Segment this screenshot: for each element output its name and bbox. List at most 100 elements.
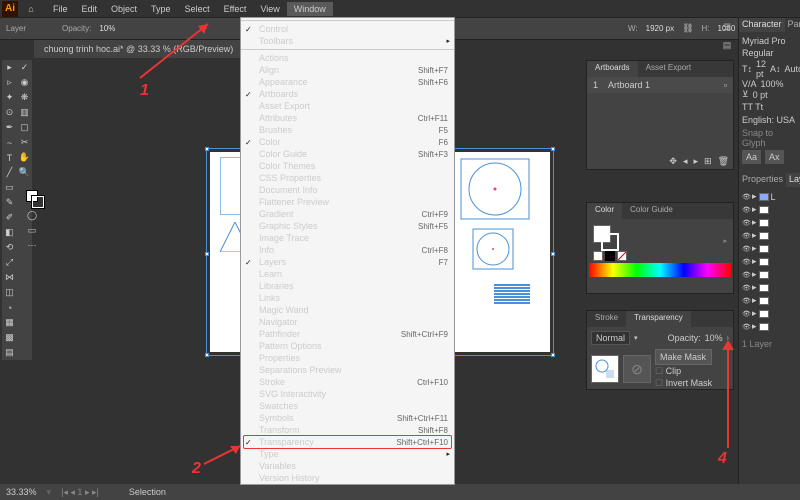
blend-tool[interactable]: ◉	[17, 75, 32, 90]
menu-window[interactable]: Window	[287, 2, 333, 16]
move-artwork-icon[interactable]: ✥	[669, 156, 677, 167]
artboard-options-icon[interactable]: ▫	[724, 80, 727, 90]
layer-row[interactable]: 👁▸L	[742, 190, 797, 203]
layer-row[interactable]: 👁▸	[742, 229, 797, 242]
link-icon[interactable]: ⛓	[682, 23, 693, 34]
layer-row[interactable]: 👁▸	[742, 216, 797, 229]
next-artboard-icon[interactable]: ▸	[693, 156, 698, 167]
asset-export-tab[interactable]: Asset Export	[638, 61, 699, 77]
menuitem-align[interactable]: AlignShift+F7	[241, 64, 454, 76]
menuitem-variables[interactable]: Variables	[241, 460, 454, 472]
opacity-value[interactable]: 10%	[99, 24, 115, 33]
menuitem-navigator[interactable]: Navigator	[241, 316, 454, 328]
menuitem-pathfinder[interactable]: PathfinderShift+Ctrl+F9	[241, 328, 454, 340]
selection-tool[interactable]: ▸	[2, 60, 17, 75]
font-size[interactable]: 12 pt	[756, 59, 766, 79]
font-family-select[interactable]: Myriad Pro	[742, 35, 797, 47]
layer-row[interactable]: 👁▸	[742, 281, 797, 294]
menuitem-image-trace[interactable]: Image Trace	[241, 232, 454, 244]
menuitem-attributes[interactable]: AttributesCtrl+F11	[241, 112, 454, 124]
menuitem-toolbars[interactable]: Toolbars	[241, 35, 454, 47]
eyedropper-tool[interactable]: ✓	[17, 60, 32, 75]
menuitem-css-properties[interactable]: CSS Properties	[241, 172, 454, 184]
menuitem-brushes[interactable]: BrushesF5	[241, 124, 454, 136]
edit-toolbar[interactable]: ⋯	[17, 238, 47, 253]
glyph-ax[interactable]: Ax	[765, 150, 784, 164]
mesh-tool[interactable]: ▩	[2, 330, 17, 345]
hand-tool[interactable]: ✋	[17, 150, 32, 165]
curvature-tool[interactable]: ~	[2, 135, 17, 150]
color-guide-tab[interactable]: Color Guide	[622, 203, 681, 219]
gradient-tool[interactable]: ▤	[2, 345, 17, 360]
menuitem-gradient[interactable]: GradientCtrl+F9	[241, 208, 454, 220]
fill-swatch[interactable]	[593, 225, 611, 243]
symbol-sprayer-tool[interactable]: ❋	[17, 90, 32, 105]
layer-row[interactable]: 👁▸	[742, 320, 797, 333]
clip-checkbox[interactable]: ☐ Clip	[655, 366, 712, 377]
fill-stroke-swatch[interactable]	[17, 184, 47, 208]
layer-row[interactable]: 👁▸	[742, 307, 797, 320]
blend-mode-select[interactable]: Normal	[591, 331, 630, 345]
artboard-tool[interactable]: ▢	[17, 120, 32, 135]
menuitem-pattern-options[interactable]: Pattern Options	[241, 340, 454, 352]
menuitem-swatches[interactable]: Swatches	[241, 400, 454, 412]
rotate-tool[interactable]: ⟲	[2, 240, 17, 255]
menuitem-document-info[interactable]: Document Info	[241, 184, 454, 196]
layer-row[interactable]: 👁▸	[742, 242, 797, 255]
menuitem-color-guide[interactable]: Color GuideShift+F3	[241, 148, 454, 160]
nav-icons[interactable]: |◂ ◂ 1 ▸ ▸|	[61, 487, 99, 498]
pen-tool[interactable]: ✒	[2, 120, 17, 135]
shaper-tool[interactable]: ✐	[2, 210, 17, 225]
layer-row[interactable]: 👁▸	[742, 294, 797, 307]
delete-artboard-icon[interactable]: 🗑	[718, 156, 729, 167]
magic-wand-tool[interactable]: ✦	[2, 90, 17, 105]
home-icon[interactable]: ⌂	[22, 1, 40, 17]
layer-row[interactable]: 👁▸	[742, 203, 797, 216]
menuitem-color-themes[interactable]: Color Themes	[241, 160, 454, 172]
paintbrush-tool[interactable]: ✎	[2, 195, 17, 210]
menu-effect[interactable]: Effect	[217, 2, 254, 16]
locale-select[interactable]: English: USA	[742, 115, 797, 125]
menuitem-info[interactable]: InfoCtrl+F8	[241, 244, 454, 256]
scale-tool[interactable]: ⤢	[2, 255, 17, 270]
properties-tab[interactable]: Properties	[739, 173, 786, 187]
menuitem-transparency[interactable]: TransparencyShift+Ctrl+F10	[241, 436, 454, 448]
menu-select[interactable]: Select	[178, 2, 217, 16]
menuitem-magic-wand[interactable]: Magic Wand	[241, 304, 454, 316]
make-mask-button[interactable]: Make Mask	[655, 349, 712, 365]
menuitem-control[interactable]: Control	[241, 23, 454, 35]
free-transform-tool[interactable]: ◫	[2, 285, 17, 300]
menu-type[interactable]: Type	[144, 2, 178, 16]
menuitem-links[interactable]: Links	[241, 292, 454, 304]
menuitem-type[interactable]: Type	[241, 448, 454, 460]
eraser-tool[interactable]: ◧	[2, 225, 17, 240]
perspective-tool[interactable]: ▦	[2, 315, 17, 330]
kerning[interactable]: 100%	[761, 79, 784, 89]
character-tab[interactable]: Character	[739, 18, 785, 32]
layers-tab[interactable]: Layers	[786, 173, 800, 187]
shape-builder-tool[interactable]: ◔	[2, 300, 17, 315]
slice-tool[interactable]: ✂	[17, 135, 32, 150]
mask-thumb[interactable]: ⊘	[623, 355, 651, 383]
line-tool[interactable]: ╱	[2, 165, 17, 180]
width-tool[interactable]: ⋈	[2, 270, 17, 285]
artboard-row[interactable]: 1 Artboard 1 ▫	[587, 77, 733, 93]
menuitem-transform[interactable]: TransformShift+F8	[241, 424, 454, 436]
menuitem-artboards[interactable]: Artboards	[241, 88, 454, 100]
prev-artboard-icon[interactable]: ◂	[683, 156, 688, 167]
transp-opacity-value[interactable]: 10%	[705, 333, 723, 343]
document-tab[interactable]: chuong trinh hoc.ai* @ 33.33 % (RGB/Prev…	[34, 40, 243, 58]
none-swatch[interactable]	[617, 251, 627, 261]
menuitem-separations-preview[interactable]: Separations Preview	[241, 364, 454, 376]
libraries-icon[interactable]: ▤	[720, 38, 734, 52]
stroke-tab[interactable]: Stroke	[587, 311, 626, 327]
menuitem-layers[interactable]: LayersF7	[241, 256, 454, 268]
width-value[interactable]: 1920 px	[646, 24, 674, 33]
draw-modes[interactable]: ◯	[17, 208, 47, 223]
transparency-tab[interactable]: Transparency	[626, 311, 691, 327]
menuitem-svg-interactivity[interactable]: SVG Interactivity	[241, 388, 454, 400]
screen-mode[interactable]: ▭	[17, 223, 47, 238]
menuitem-color[interactable]: ColorF6	[241, 136, 454, 148]
graph-tool[interactable]: ▥	[17, 105, 32, 120]
paragraph-tab[interactable]: Paragraph	[785, 18, 800, 32]
